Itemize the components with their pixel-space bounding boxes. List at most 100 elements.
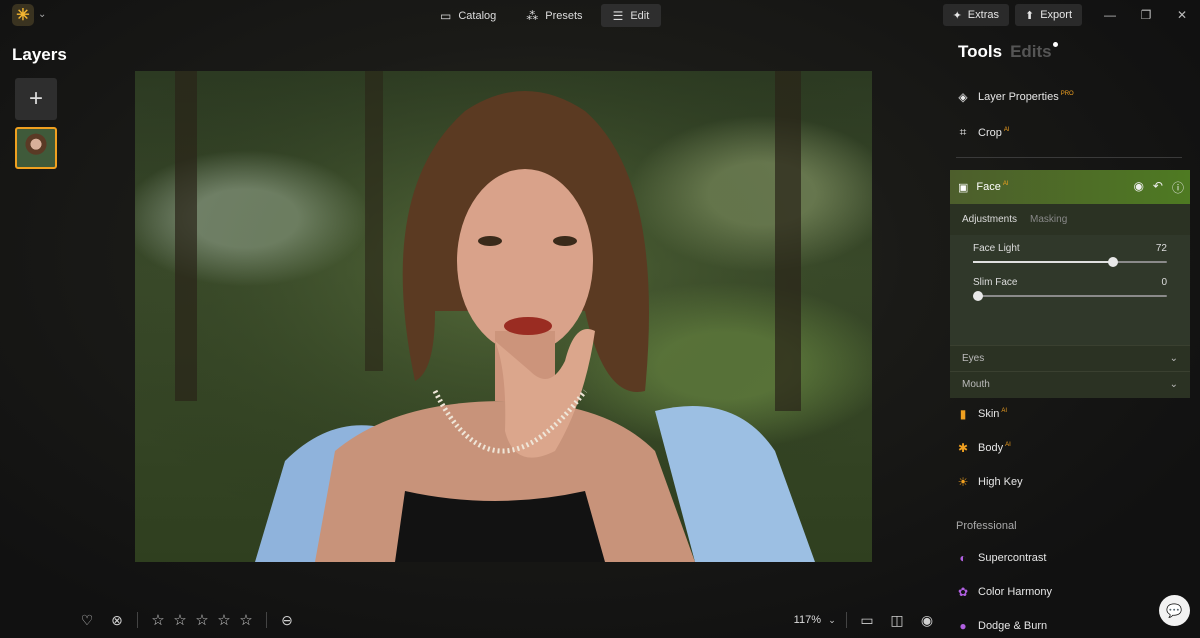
divider — [956, 157, 1182, 158]
tool-color-harmony[interactable]: ✿ Color Harmony — [956, 585, 1052, 599]
minimize-icon[interactable]: — — [1092, 4, 1128, 26]
nav-catalog-label: Catalog — [458, 9, 497, 22]
tool-label: Color Harmony — [978, 586, 1052, 598]
face-tool-header[interactable]: ▣ Face AI ◉ ↶ ⓘ — [950, 170, 1190, 204]
slider-knob[interactable] — [973, 291, 983, 301]
nav-catalog[interactable]: ▭ Catalog — [428, 4, 508, 27]
portrait-image — [135, 71, 872, 562]
face-actions: ◉ ↶ ⓘ — [1133, 179, 1184, 196]
top-bar: ✳ ⌄ ▭ Catalog ⁂ Presets ☰ Edit ✦ Extras … — [0, 0, 1200, 32]
divider — [137, 612, 138, 628]
tab-adjustments[interactable]: Adjustments — [962, 214, 1017, 225]
section-eyes[interactable]: Eyes ⌄ — [950, 345, 1190, 371]
export-button[interactable]: ⬆ Export — [1014, 4, 1082, 26]
face-sliders: Face Light 72 Slim Face 0 — [950, 235, 1190, 345]
visibility-eye-icon[interactable]: ◉ — [1133, 179, 1143, 196]
extras-button[interactable]: ✦ Extras — [942, 4, 1009, 26]
plus-icon: + — [28, 85, 43, 112]
layer-thumbnail[interactable] — [15, 127, 57, 169]
face-tabs: Adjustments Masking — [950, 204, 1190, 235]
tool-label: High Key — [978, 476, 1023, 488]
tool-label: Crop AI — [978, 126, 1010, 139]
slider-label: Slim Face — [973, 277, 1018, 288]
slider-track[interactable] — [973, 291, 1167, 301]
nav-edit[interactable]: ☰ Edit — [600, 4, 662, 27]
bottom-left-toolbar: ♡ ⊗ ☆ ☆ ☆ ☆ ☆ ⊖ — [76, 611, 298, 630]
add-layer-button[interactable]: + — [15, 78, 57, 120]
app-logo-icon[interactable]: ✳ — [12, 4, 34, 26]
chevron-down-icon: ⌄ — [1169, 353, 1178, 364]
bottom-right-toolbar: 117% ⌄ ▭ ◫ ◉ — [794, 611, 938, 629]
layers-icon: ◈ — [958, 90, 968, 104]
slider-slim-face: Slim Face 0 — [973, 277, 1167, 301]
skin-icon: ▮ — [959, 407, 967, 421]
star-icon[interactable]: ☆ — [191, 611, 213, 629]
top-right-controls: ✦ Extras ⬆ Export — ❐ ✕ — [942, 4, 1200, 26]
tool-high-key[interactable]: ☀ High Key — [956, 475, 1023, 489]
dodge-burn-icon: ● — [959, 619, 967, 633]
notification-dot — [1052, 42, 1058, 47]
chevron-down-icon[interactable]: ⌄ — [38, 9, 46, 20]
tool-skin[interactable]: ▮ Skin AI — [956, 407, 1007, 421]
section-label: Eyes — [962, 353, 985, 364]
high-key-icon: ☀ — [957, 475, 969, 489]
nav-presets[interactable]: ⁂ Presets — [514, 4, 594, 27]
info-icon[interactable]: ⓘ — [1172, 179, 1184, 196]
section-mouth[interactable]: Mouth ⌄ — [950, 371, 1190, 397]
zoom-level[interactable]: 117% — [794, 614, 821, 626]
slider-value[interactable]: 72 — [1156, 243, 1167, 254]
crop-icon: ⌗ — [959, 125, 967, 139]
tab-tools[interactable]: Tools — [958, 42, 1002, 62]
nav-presets-label: Presets — [545, 9, 583, 22]
tool-supercontrast[interactable]: ◐ Supercontrast — [956, 551, 1046, 565]
professional-section-title: Professional — [956, 520, 1017, 532]
tools-header: Tools Edits — [958, 42, 1058, 62]
restore-icon[interactable]: ❐ — [1128, 4, 1164, 26]
extras-label: Extras — [967, 9, 999, 21]
nav-edit-label: Edit — [630, 9, 650, 22]
tab-masking[interactable]: Masking — [1030, 214, 1067, 225]
star-icon[interactable]: ☆ — [213, 611, 235, 629]
fit-screen-icon[interactable]: ▭ — [856, 611, 878, 629]
divider — [846, 612, 847, 628]
tool-label: Dodge & Burn — [978, 620, 1048, 632]
export-icon: ⬆ — [1024, 9, 1035, 22]
slider-knob[interactable] — [1107, 257, 1118, 267]
face-icon: ▣ — [958, 181, 969, 194]
body-icon: ✱ — [957, 441, 969, 455]
tool-crop[interactable]: ⌗ Crop AI — [956, 125, 1010, 140]
layers-title: Layers — [12, 45, 67, 64]
slider-label: Face Light — [973, 243, 1020, 254]
tool-layer-properties[interactable]: ◈ Layer Properties PRO — [956, 90, 1074, 104]
folder-icon: ▭ — [440, 8, 452, 23]
sparkle-wand-icon: ⁂ — [526, 8, 539, 23]
slider-face-light: Face Light 72 — [973, 243, 1167, 267]
color-harmony-icon: ✿ — [957, 585, 969, 599]
tool-label: Skin AI — [978, 408, 1008, 420]
slider-track[interactable] — [973, 257, 1167, 267]
preview-eye-icon[interactable]: ◉ — [916, 611, 938, 629]
sliders-icon: ☰ — [612, 8, 624, 23]
chat-support-button[interactable]: 💬 — [1159, 595, 1190, 626]
heart-icon[interactable]: ♡ — [76, 611, 98, 629]
tab-edits[interactable]: Edits — [1010, 42, 1058, 62]
tool-dodge-burn[interactable]: ● Dodge & Burn — [956, 619, 1047, 633]
slider-value[interactable]: 0 — [1161, 277, 1167, 288]
close-icon[interactable]: ✕ — [1164, 4, 1200, 26]
star-icon[interactable]: ☆ — [169, 611, 191, 629]
star-icon[interactable]: ☆ — [235, 611, 257, 629]
compare-icon[interactable]: ◫ — [886, 611, 908, 629]
tool-label: Body AI — [978, 442, 1011, 454]
reject-icon[interactable]: ⊗ — [106, 611, 128, 629]
photo-canvas[interactable] — [135, 71, 872, 562]
slider-label-row: Slim Face 0 — [973, 277, 1167, 288]
divider — [266, 612, 267, 628]
undo-icon[interactable]: ↶ — [1153, 179, 1163, 196]
tool-label: Layer Properties PRO — [978, 91, 1074, 103]
face-tool-panel: ▣ Face AI ◉ ↶ ⓘ Adjustments Masking Face … — [950, 170, 1190, 398]
more-options-icon[interactable]: ⊖ — [276, 611, 298, 629]
chevron-down-icon: ⌄ — [1169, 379, 1178, 390]
star-icon[interactable]: ☆ — [147, 611, 169, 629]
chevron-down-icon[interactable]: ⌄ — [827, 611, 837, 629]
tool-body[interactable]: ✱ Body AI — [956, 441, 1011, 455]
